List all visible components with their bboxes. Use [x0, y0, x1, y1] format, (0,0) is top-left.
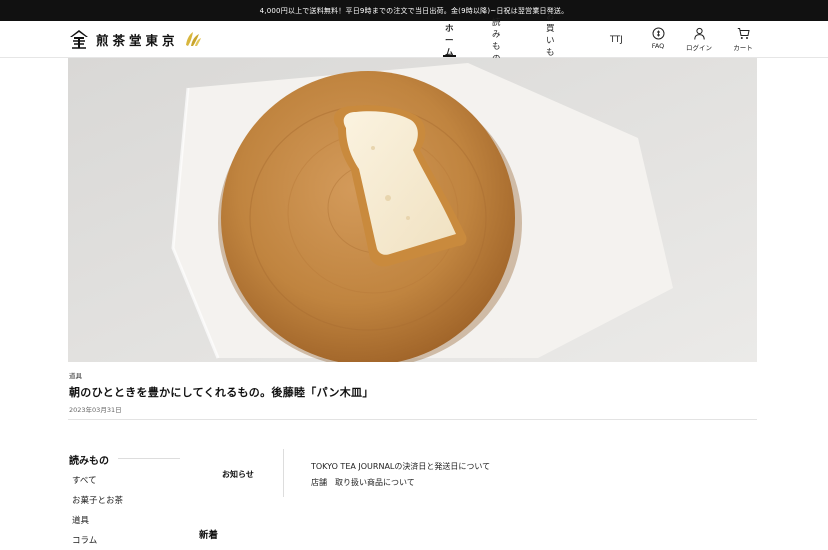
announcement-text: 4,000円以上で送料無料！平日9時までの注文で当日出荷。金(9時以降)~日祝は…	[259, 6, 569, 15]
faq-icon	[652, 27, 664, 40]
faq-button[interactable]: FAQ	[640, 27, 676, 50]
login-button[interactable]: ログイン	[681, 27, 717, 52]
sidebar-title: 読みもの	[69, 456, 109, 467]
sidebar-item-tools[interactable]: 道具	[72, 514, 123, 534]
user-icon	[693, 27, 705, 40]
sidebar-title-rule	[118, 458, 180, 459]
new-arrivals-heading: 新着	[199, 530, 219, 541]
brand-mark-icon	[70, 30, 88, 49]
brand-logo[interactable]: 煎茶堂東京	[68, 27, 203, 51]
announcement-bar: 4,000円以上で送料無料！平日9時までの注文で当日出荷。金(9時以降)~日祝は…	[0, 0, 828, 21]
article-date: 2023年03月31日	[69, 406, 122, 414]
nav-reading[interactable]: 読みもの	[492, 18, 501, 64]
tea-leaf-icon	[185, 32, 201, 46]
sidebar-menu: すべて お菓子とお茶 道具 コラム	[72, 474, 123, 550]
news-list: TOKYO TEA JOURNALの決済日と発送日について 店舗 取り扱い商品に…	[311, 461, 490, 493]
section-divider	[68, 419, 757, 420]
article-category[interactable]: 道具	[69, 370, 82, 380]
nav-home-label: ホーム	[445, 23, 454, 58]
login-label: ログイン	[686, 44, 712, 52]
nav-ttj[interactable]: TTJ	[610, 21, 623, 58]
news-item[interactable]: TOKYO TEA JOURNALの決済日と発送日について	[311, 461, 490, 477]
sidebar-item-all[interactable]: すべて	[72, 474, 123, 494]
hero-photo	[68, 58, 757, 362]
sidebar-item-column[interactable]: コラム	[72, 534, 123, 550]
article-title[interactable]: 朝のひとときを豊かにしてくれるもの。後藤睦「パン木皿」	[69, 384, 374, 400]
hero-image[interactable]	[68, 58, 757, 362]
nav-reading-label: 読みもの	[492, 17, 501, 64]
cart-icon	[737, 28, 750, 39]
nav-shopping[interactable]: お買いもの	[546, 12, 555, 70]
nav-ttj-label: TTJ	[610, 34, 623, 45]
faq-label: FAQ	[651, 42, 665, 50]
cart-button[interactable]: カート	[725, 27, 761, 52]
news-item[interactable]: 店舗 取り扱い商品について	[311, 477, 490, 493]
sidebar-item-sweets-tea[interactable]: お菓子とお茶	[72, 494, 123, 514]
nav-home[interactable]: ホーム	[443, 21, 455, 58]
news-label: お知らせ	[222, 470, 254, 479]
news-divider	[283, 449, 284, 497]
cart-label: カート	[733, 44, 753, 52]
site-header: 煎茶堂東京 ホーム 読みもの お買いもの TTJ FAQ	[0, 12, 828, 70]
brand-name: 煎茶堂東京	[96, 32, 179, 48]
